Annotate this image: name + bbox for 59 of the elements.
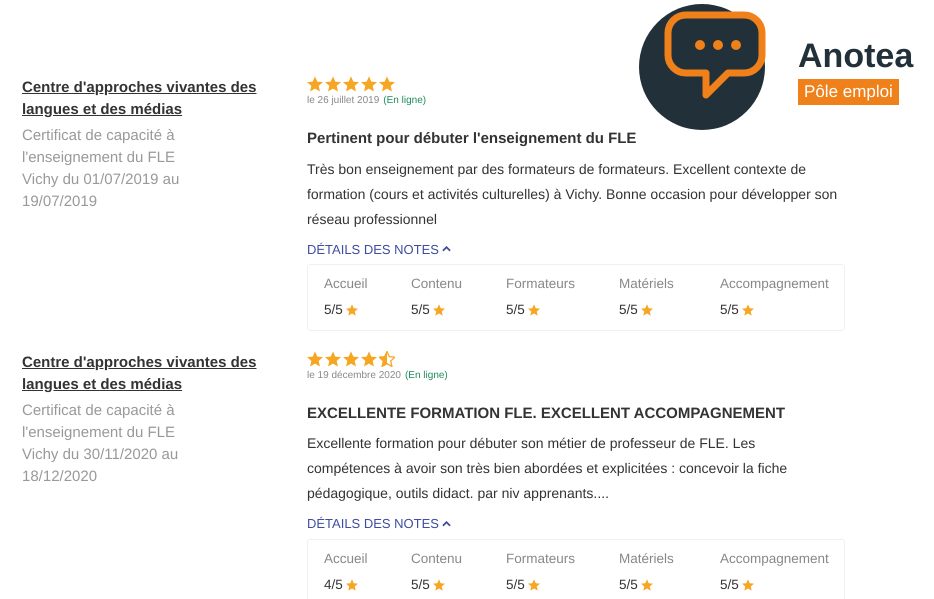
- training-info: Certificat de capacité à l'enseignement du FLE Vichy du 01/07/2019 au 19/07/2019: [22, 126, 180, 212]
- star-icon: [742, 578, 754, 591]
- star-icon: [361, 76, 377, 92]
- note-label: Accompagnement: [720, 275, 830, 293]
- note-label: Matériels: [619, 550, 675, 568]
- review-comment: Excellente formation pour débuter son métier de professeur de FLE. Les compétences à avoir son très bien abordées et explicitées : concevoir la fiche pédagogique, outils didact. par niv apprenants....: [307, 434, 788, 503]
- star-icon: [343, 76, 359, 92]
- note-label: Matériels: [619, 275, 675, 293]
- note-label: Contenu: [411, 275, 464, 293]
- review-comment: Très bon enseignement par des formateurs de formateurs. Excellent contexte de formation (cours et activités culturelles) à Vichy. Bonne occasion pour développer son réseau professionnel: [307, 160, 838, 229]
- speech-bubble-logo-icon: [638, 3, 766, 131]
- note-value: 5/5: [619, 576, 638, 594]
- note-value: 5/5: [720, 576, 739, 594]
- note-label: Accompagnement: [720, 550, 830, 568]
- note-value: 5/5: [411, 301, 430, 320]
- half-star-icon: [379, 350, 395, 366]
- review-title: Pertinent pour débuter l'enseignement du FLE: [307, 129, 638, 149]
- note-value: 5/5: [324, 301, 343, 320]
- details-toggle[interactable]: DÉTAILS DES NOTES: [307, 240, 451, 259]
- star-icon: [346, 304, 358, 316]
- star-icon: [346, 578, 358, 591]
- note-value: 5/5: [506, 301, 525, 320]
- organism-link[interactable]: Centre d'approches vivantes des langues et des médias: [22, 352, 272, 396]
- star-icon: [325, 76, 341, 92]
- review-title: EXCELLENTE FORMATION FLE. EXCELLENT ACCOMPAGNEMENT: [307, 404, 786, 424]
- organism-link[interactable]: Centre d'approches vivantes des langues et des médias: [22, 77, 272, 121]
- review-date: le 26 juillet 2019: [307, 94, 380, 108]
- star-icon: [343, 350, 359, 366]
- note-label: Formateurs: [506, 275, 576, 293]
- note-value: 5/5: [619, 301, 638, 320]
- star-icon: [528, 578, 540, 591]
- note-label: Accueil: [324, 275, 369, 293]
- review-mode: (En ligne): [404, 368, 448, 382]
- star-icon: [379, 76, 395, 92]
- note-value: 5/5: [720, 301, 739, 320]
- chevron-up-icon: [442, 520, 451, 527]
- star-icon: [640, 304, 653, 316]
- training-info: Certificat de capacité à l'enseignement du FLE Vichy du 30/11/2020 au 18/12/2020: [22, 400, 180, 486]
- star-icon: [432, 304, 445, 316]
- star-icon: [528, 304, 540, 316]
- chevron-up-icon: [442, 246, 451, 252]
- star-icon: [361, 350, 377, 366]
- note-value: 5/5: [506, 576, 525, 594]
- note-label: Accueil: [324, 550, 369, 568]
- star-icon: [307, 350, 323, 366]
- note-label: Contenu: [411, 550, 464, 568]
- star-icon: [307, 76, 323, 92]
- note-value: 5/5: [411, 576, 430, 594]
- details-toggle[interactable]: DÉTAILS DES NOTES: [307, 514, 451, 534]
- review-mode: (En ligne): [383, 94, 426, 108]
- note-value: 4/5: [324, 576, 343, 594]
- star-icon: [325, 350, 341, 366]
- note-label: Formateurs: [506, 550, 576, 568]
- brand-tagline: Pôle emploi: [798, 79, 899, 105]
- review-date: le 19 décembre 2020: [307, 368, 401, 382]
- star-icon: [742, 304, 754, 316]
- star-icon: [432, 578, 445, 591]
- star-icon: [640, 578, 653, 591]
- brand-name: Anotea: [798, 37, 914, 75]
